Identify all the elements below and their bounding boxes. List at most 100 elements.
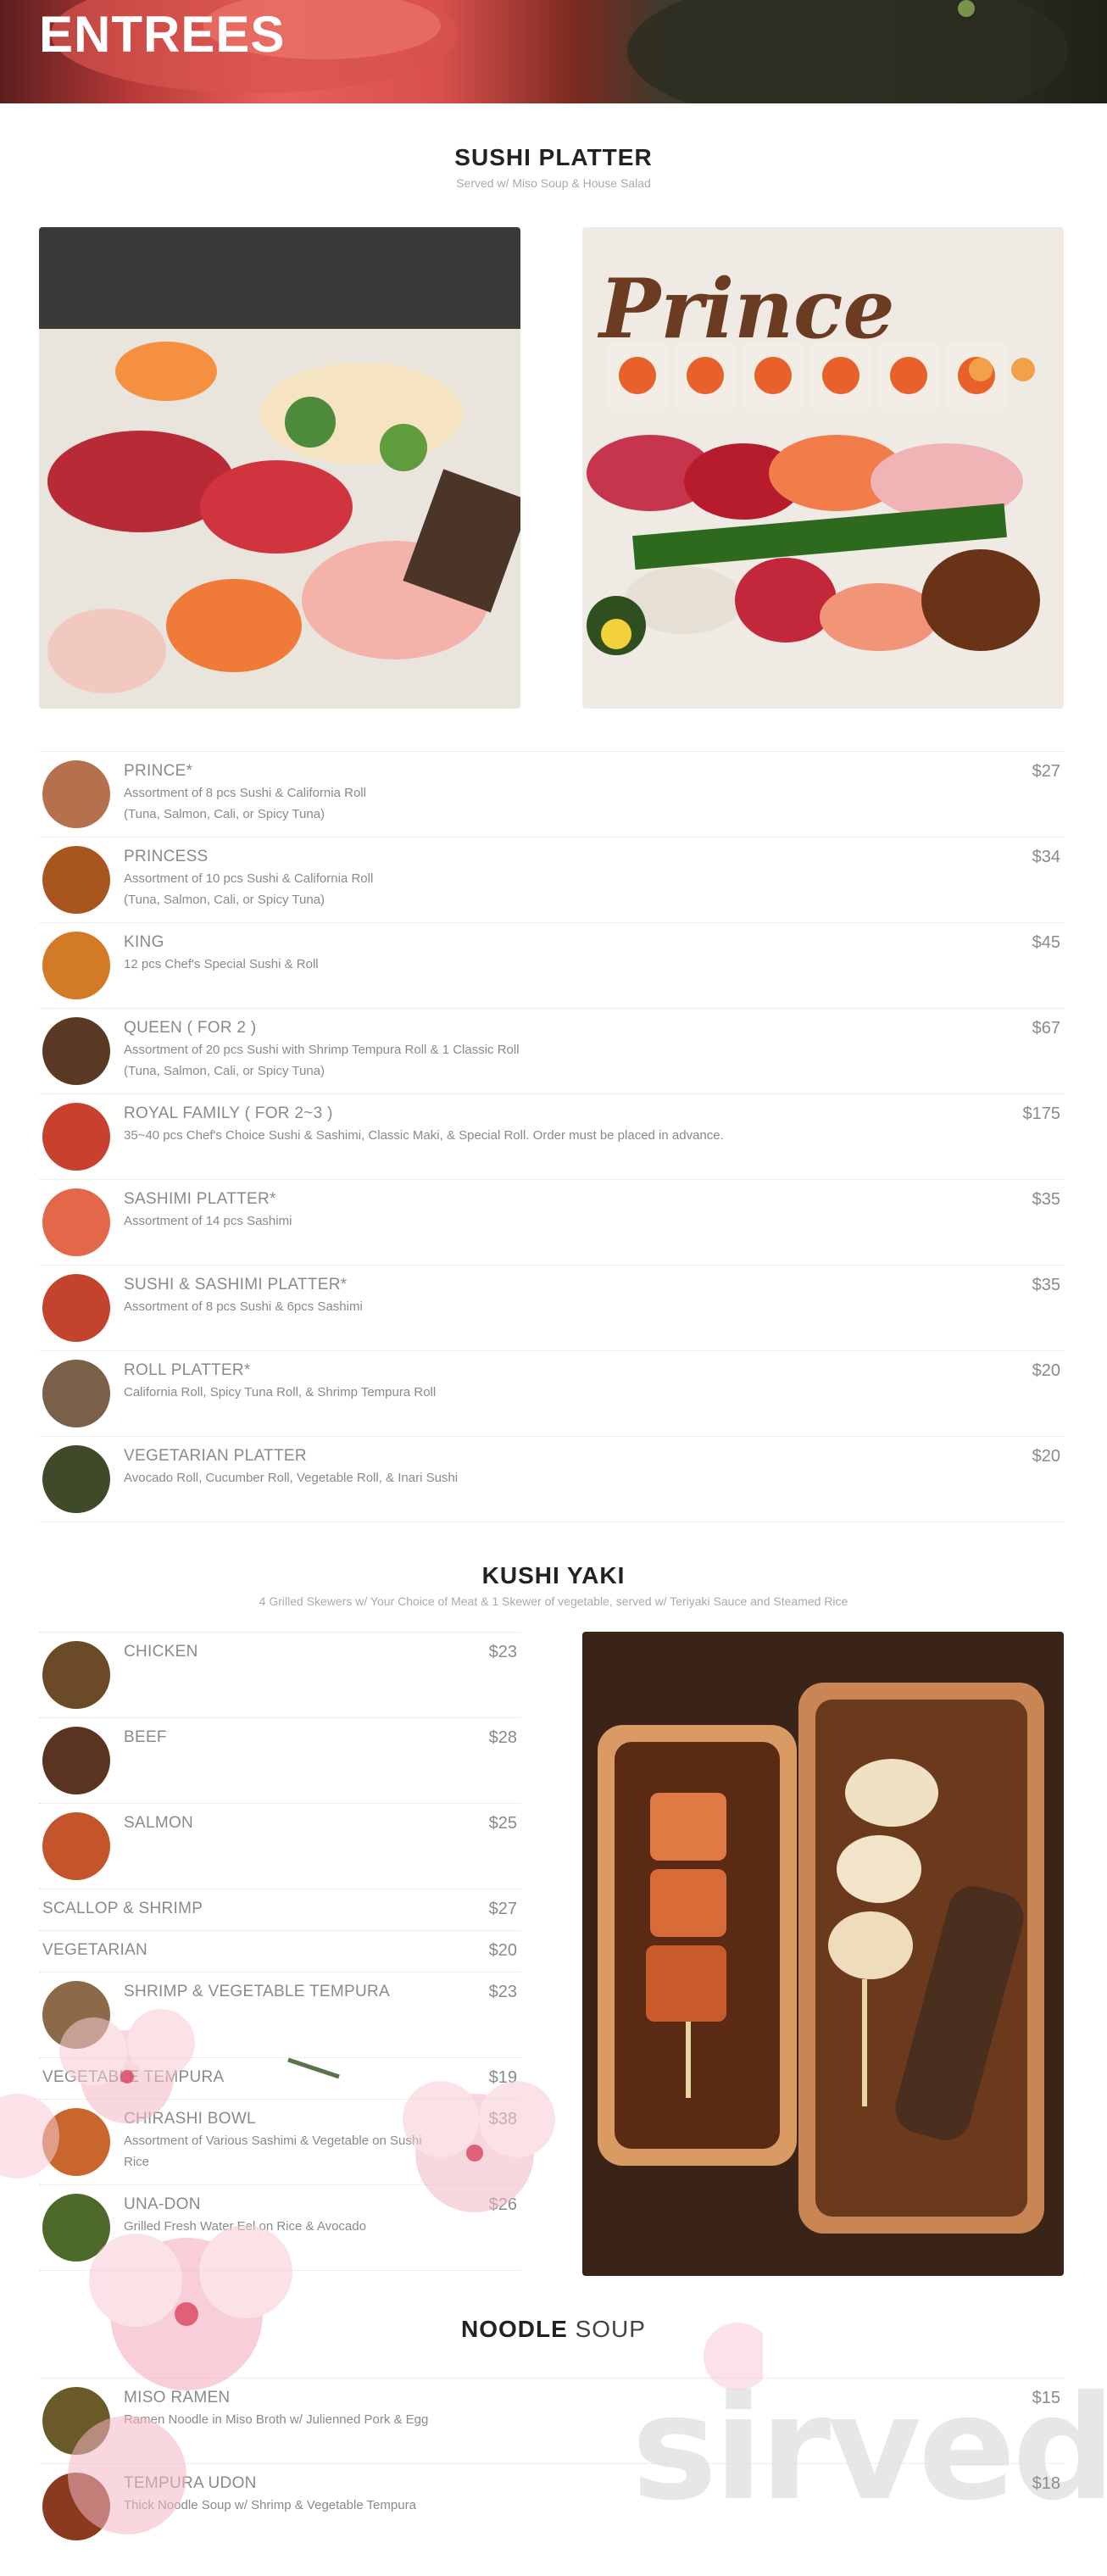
item-thumbnail [42,1103,110,1171]
item-name: ROLL PLATTER* [124,1361,251,1379]
item-name: SHRIMP & VEGETABLE TEMPURA [124,1983,390,2000]
item-description: Assortment of 10 pcs Sushi & California … [124,871,374,886]
item-description: 35~40 pcs Chef's Choice Sushi & Sashimi,… [124,1128,724,1143]
item-price: $25 [488,1814,517,1833]
item-thumbnail [42,2387,110,2455]
item-description: Assortment of 20 pcs Sushi with Shrimp T… [124,1043,520,1057]
hero-banner: ENTREES [0,0,1107,103]
menu-item-row[interactable]: PRINCESS Assortment of 10 pcs Sushi & Ca… [39,837,1064,922]
item-name: BEEF [124,1728,167,1746]
menu-item-row[interactable]: CHICKEN $23 [39,1632,520,1717]
item-description-2: Rice [124,2155,150,2169]
item-name: UNA-DON [124,2195,201,2213]
item-description-2: (Tuna, Salmon, Cali, or Spicy Tuna) [124,1064,325,1078]
menu-item-row[interactable]: SUSHI & SASHIMI PLATTER* Assortment of 8… [39,1265,1064,1350]
item-thumbnail [42,932,110,999]
item-name: PRINCE* [124,762,193,780]
item-price: $67 [1032,1019,1060,1038]
sushi-platter-subtitle: Served w/ Miso Soup & House Salad [456,176,651,190]
item-thumbnail [42,846,110,914]
item-name: CHICKEN [124,1643,198,1661]
item-description: Assortment of 8 pcs Sushi & California R… [124,786,366,800]
item-price: $20 [1032,1447,1060,1466]
page-title: ENTREES [39,6,286,63]
item-description: 12 pcs Chef's Special Sushi & Roll [124,957,319,971]
item-price: $20 [488,1941,517,1960]
item-thumbnail [42,2473,110,2540]
item-price: $18 [1032,2474,1060,2493]
kushi-yaki-subtitle: 4 Grilled Skewers w/ Your Choice of Meat… [259,1594,848,1608]
item-price: $45 [1032,933,1060,952]
item-thumbnail [42,2108,110,2176]
menu-item-row[interactable]: PRINCE* Assortment of 8 pcs Sushi & Cali… [39,751,1064,837]
item-description: California Roll, Spicy Tuna Roll, & Shri… [124,1385,437,1399]
menu-item-row[interactable]: BEEF $28 [39,1717,520,1803]
menu-item-row[interactable]: VEGETABLE TEMPURA $19 [39,2057,520,2099]
item-price: $35 [1032,1276,1060,1294]
sushi-platter-title: SUSHI PLATTER [454,144,653,170]
item-name: SASHIMI PLATTER* [124,1190,276,1208]
item-description: Thick Noodle Soup w/ Shrimp & Vegetable … [124,2498,416,2512]
menu-item-row[interactable]: CHIRASHI BOWL Assortment of Various Sash… [39,2099,520,2184]
menu-item-row[interactable]: SASHIMI PLATTER* Assortment of 14 pcs Sa… [39,1179,1064,1265]
item-description: Assortment of Various Sashimi & Vegetabl… [124,2134,422,2148]
menu-item-row[interactable]: ROYAL FAMILY ( FOR 2~3 ) 35~40 pcs Chef'… [39,1093,1064,1179]
item-thumbnail [42,1812,110,1880]
menu-item-row[interactable]: ROLL PLATTER* California Roll, Spicy Tun… [39,1350,1064,1436]
item-price: $26 [488,2195,517,2214]
item-description-2: (Tuna, Salmon, Cali, or Spicy Tuna) [124,807,325,821]
item-description-2: (Tuna, Salmon, Cali, or Spicy Tuna) [124,893,325,907]
item-description: Ramen Noodle in Miso Broth w/ Julienned … [124,2412,429,2427]
item-price: $34 [1032,848,1060,866]
item-thumbnail [42,1445,110,1513]
item-thumbnail [42,1641,110,1709]
kushi-yaki-photo [582,1632,1064,2276]
item-price: $28 [488,1728,517,1747]
menu-item-row[interactable]: SALMON $25 [39,1803,520,1889]
item-price: $175 [1022,1104,1061,1123]
item-name: KING [124,933,164,951]
menu-item-row[interactable]: QUEEN ( FOR 2 ) Assortment of 20 pcs Sus… [39,1008,1064,1093]
item-price: $35 [1032,1190,1060,1209]
item-thumbnail [42,1360,110,1427]
sushi-platter-photo-2: Prince [582,227,1064,709]
item-description: Avocado Roll, Cucumber Roll, Vegetable R… [124,1471,459,1485]
item-name: MISO RAMEN [124,2389,231,2406]
item-price: $15 [1032,2389,1060,2407]
item-thumbnail [42,2194,110,2262]
item-name: CHIRASHI BOWL [124,2110,256,2128]
item-thumbnail [42,760,110,828]
kushi-yaki-title: KUSHI YAKI [481,1562,626,1588]
item-price: $38 [488,2110,517,2128]
item-description: Assortment of 8 pcs Sushi & 6pcs Sashimi [124,1299,363,1314]
item-price: $23 [488,1643,517,1661]
noodle-soup-title-bold: NOODLE [461,2316,568,2342]
item-thumbnail [42,1188,110,1256]
item-price: $27 [1032,762,1060,781]
item-name: VEGETARIAN [42,1941,148,1959]
menu-item-row[interactable]: VEGETARIAN PLATTER Avocado Roll, Cucumbe… [39,1436,1064,1522]
item-name: SALMON [124,1814,194,1832]
item-price: $23 [488,1983,517,2001]
item-name: VEGETABLE TEMPURA [42,2068,225,2086]
item-name: SUSHI & SASHIMI PLATTER* [124,1276,348,1294]
menu-item-row[interactable]: SCALLOP & SHRIMP $27 [39,1889,520,1930]
menu-item-row[interactable]: UNA-DON Grilled Fresh Water Eel on Rice … [39,2184,520,2271]
item-name: SCALLOP & SHRIMP [42,1900,203,1917]
item-thumbnail [42,1017,110,1085]
item-price: $19 [488,2068,517,2087]
item-description: Assortment of 14 pcs Sashimi [124,1214,292,1228]
menu-item-row[interactable]: SHRIMP & VEGETABLE TEMPURA $23 [39,1972,520,2057]
menu-item-row[interactable]: KING 12 pcs Chef's Special Sushi & Roll … [39,922,1064,1008]
menu-item-row[interactable]: TEMPURA UDON Thick Noodle Soup w/ Shrimp… [39,2463,1064,2549]
menu-item-row[interactable]: MISO RAMEN Ramen Noodle in Miso Broth w/… [39,2378,1064,2463]
menu-item-row[interactable]: VEGETARIAN $20 [39,1930,520,1972]
item-name: VEGETARIAN PLATTER [124,1447,307,1465]
item-description: Grilled Fresh Water Eel on Rice & Avocad… [124,2219,366,2234]
item-thumbnail [42,1274,110,1342]
sushi-platter-photo-1 [39,227,520,709]
item-price: $27 [488,1900,517,1918]
item-thumbnail [42,1981,110,2049]
item-name: ROYAL FAMILY ( FOR 2~3 ) [124,1104,333,1122]
item-thumbnail [42,1727,110,1794]
